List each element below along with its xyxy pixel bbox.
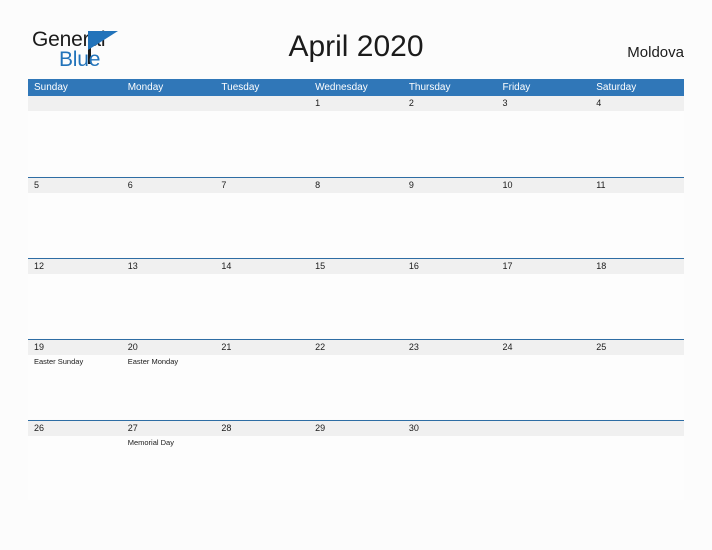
day-event (497, 436, 591, 500)
calendar-week-row: 19 20 21 22 23 24 25 Easter Sunday Easte… (28, 339, 684, 420)
day-number[interactable]: 17 (497, 259, 591, 274)
day-event (28, 193, 122, 257)
page-header: General Blue April 2020 Moldova (0, 0, 712, 79)
week-date-band: 19 20 21 22 23 24 25 (28, 340, 684, 355)
day-number[interactable] (590, 421, 684, 436)
calendar-week-row: 26 27 28 29 30 Memorial Day (28, 420, 684, 500)
day-number[interactable]: 30 (403, 421, 497, 436)
day-number[interactable]: 25 (590, 340, 684, 355)
day-event (28, 111, 122, 175)
weekday-header-thursday: Thursday (408, 82, 451, 93)
day-number[interactable]: 19 (28, 340, 122, 355)
day-event (403, 355, 497, 419)
day-event (403, 193, 497, 257)
day-number[interactable]: 14 (215, 259, 309, 274)
day-number[interactable]: 1 (309, 96, 403, 111)
day-event (497, 193, 591, 257)
day-number[interactable]: 16 (403, 259, 497, 274)
day-number[interactable]: 20 (122, 340, 216, 355)
day-event (122, 193, 216, 257)
weekday-header-sunday: Sunday (34, 82, 68, 93)
day-event (215, 193, 309, 257)
day-event (403, 436, 497, 500)
week-event-band: Easter Sunday Easter Monday (28, 355, 684, 419)
week-event-band: Memorial Day (28, 436, 684, 500)
day-event (309, 355, 403, 419)
day-event (28, 436, 122, 500)
day-number[interactable]: 13 (122, 259, 216, 274)
day-number[interactable]: 28 (215, 421, 309, 436)
day-event (215, 111, 309, 175)
day-number[interactable]: 7 (215, 178, 309, 193)
week-date-band: 12 13 14 15 16 17 18 (28, 259, 684, 274)
week-date-band: 26 27 28 29 30 (28, 421, 684, 436)
calendar-week-row: 12 13 14 15 16 17 18 (28, 258, 684, 339)
week-date-band: 5 6 7 8 9 10 11 (28, 178, 684, 193)
day-number[interactable]: 5 (28, 178, 122, 193)
day-event (215, 436, 309, 500)
day-event: Easter Sunday (34, 357, 84, 366)
day-number[interactable]: 22 (309, 340, 403, 355)
day-event (403, 274, 497, 338)
day-number[interactable]: 11 (590, 178, 684, 193)
weekday-header-tuesday: Tuesday (221, 82, 260, 93)
day-number[interactable] (28, 96, 122, 111)
day-event (28, 274, 122, 338)
weekday-header-wednesday: Wednesday (315, 82, 368, 93)
day-number[interactable]: 3 (497, 96, 591, 111)
day-event (590, 111, 684, 175)
day-number[interactable]: 18 (590, 259, 684, 274)
day-number[interactable]: 15 (309, 259, 403, 274)
day-event: Memorial Day (127, 438, 174, 447)
day-number[interactable]: 8 (309, 178, 403, 193)
weekday-header-saturday: Saturday (596, 82, 637, 93)
calendar-week-row: 1 2 3 4 (28, 96, 684, 177)
week-event-band (28, 111, 684, 175)
day-event (590, 436, 684, 500)
day-number[interactable]: 2 (403, 96, 497, 111)
day-event (215, 355, 309, 419)
day-event (309, 274, 403, 338)
day-number[interactable]: 23 (403, 340, 497, 355)
day-event (497, 355, 591, 419)
week-date-band: 1 2 3 4 (28, 96, 684, 111)
day-number[interactable]: 10 (497, 178, 591, 193)
day-event (590, 193, 684, 257)
week-event-band (28, 193, 684, 257)
day-number[interactable]: 29 (309, 421, 403, 436)
calendar-grid: Sunday Monday Tuesday Wednesday Thursday… (28, 79, 684, 500)
day-number[interactable]: 21 (215, 340, 309, 355)
day-number[interactable] (122, 96, 216, 111)
weekday-header-friday: Friday (502, 82, 531, 93)
weekday-header-row: Sunday Monday Tuesday Wednesday Thursday… (28, 79, 684, 96)
country-label: Moldova (627, 44, 684, 61)
day-event (309, 111, 403, 175)
day-number[interactable]: 6 (122, 178, 216, 193)
day-event (497, 111, 591, 175)
day-number[interactable]: 26 (28, 421, 122, 436)
day-number[interactable]: 12 (28, 259, 122, 274)
week-event-band (28, 274, 684, 338)
day-number[interactable]: 24 (497, 340, 591, 355)
day-event (403, 111, 497, 175)
day-event (309, 436, 403, 500)
day-number[interactable]: 9 (403, 178, 497, 193)
day-event (590, 355, 684, 419)
day-event (122, 111, 216, 175)
day-event (309, 193, 403, 257)
calendar-week-row: 5 6 7 8 9 10 11 (28, 177, 684, 258)
page-title: April 2020 (288, 30, 424, 63)
weekday-header-monday: Monday (127, 82, 164, 93)
day-number[interactable]: 27 (122, 421, 216, 436)
day-number[interactable] (215, 96, 309, 111)
day-number[interactable] (497, 421, 591, 436)
day-event (590, 274, 684, 338)
day-event (122, 274, 216, 338)
day-event: Easter Monday (127, 357, 179, 366)
day-number[interactable]: 4 (590, 96, 684, 111)
day-event (215, 274, 309, 338)
day-event (497, 274, 591, 338)
